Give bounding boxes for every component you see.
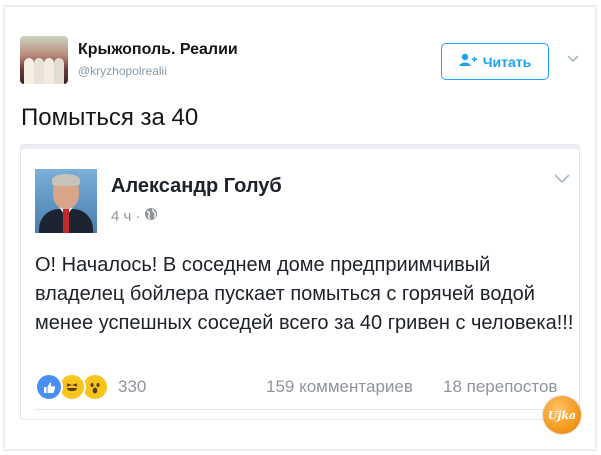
post-options-chevron-icon[interactable]: [554, 171, 570, 187]
post-author-avatar[interactable]: [35, 169, 97, 233]
post-author-name[interactable]: Александр Голуб: [111, 175, 282, 198]
globe-icon: [144, 207, 158, 225]
account-avatar[interactable]: [20, 36, 68, 84]
embedded-post-card[interactable]: Александр Голуб 4 ч · О! Началось! В сос…: [20, 144, 580, 420]
add-user-icon: [459, 53, 477, 70]
shares-count[interactable]: 18 перепостов: [443, 377, 557, 397]
account-name[interactable]: Крыжополь. Реалии: [78, 41, 238, 59]
post-time[interactable]: 4 ч: [111, 208, 131, 225]
post-body-text: О! Началось! В соседнем доме предприимчи…: [35, 254, 574, 334]
post-meta: 4 ч ·: [111, 207, 158, 225]
watermark-text: Ujka: [547, 408, 577, 422]
follow-label: Читать: [482, 53, 532, 70]
reactions-bar[interactable]: 330: [35, 373, 146, 401]
reactions-count[interactable]: 330: [118, 377, 146, 397]
like-icon: [35, 373, 63, 401]
chevron-down-icon[interactable]: [567, 52, 579, 66]
meta-separator: ·: [135, 207, 141, 225]
account-handle[interactable]: @kryzhopolrealii: [78, 64, 167, 78]
card-top-strip: [21, 145, 579, 149]
tweet-text: Помыться за 40: [21, 104, 199, 131]
card-divider: [35, 409, 579, 410]
watermark-logo: Ujka: [543, 396, 581, 434]
follow-button[interactable]: Читать: [441, 43, 549, 80]
comments-count[interactable]: 159 комментариев: [266, 377, 413, 397]
